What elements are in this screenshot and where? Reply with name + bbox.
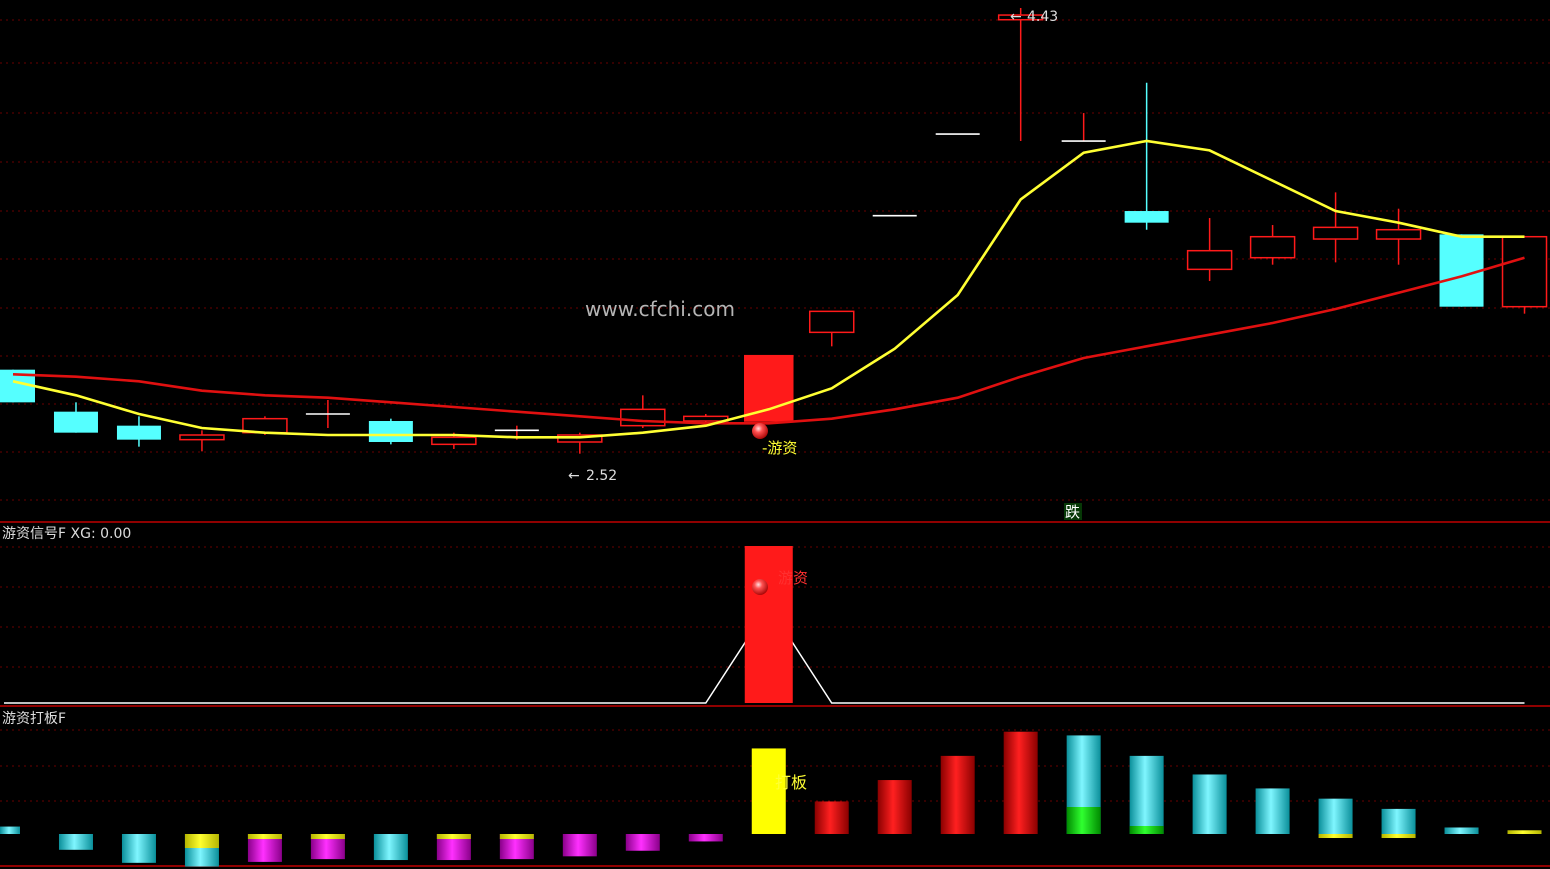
- board-bar-cap: [310, 834, 345, 839]
- board-bar-fill: [1255, 788, 1290, 834]
- board-bar: [1066, 735, 1101, 834]
- board-bar: [1381, 808, 1416, 838]
- board-bar-base: [1318, 834, 1353, 838]
- board-label: 打板: [775, 773, 807, 792]
- candle: [1186, 218, 1233, 282]
- board-bar: [1255, 788, 1290, 834]
- board-bar: [1318, 798, 1353, 838]
- board-bar: [1444, 827, 1479, 834]
- board-bar: [121, 834, 156, 863]
- board-bar-cap: [184, 834, 219, 848]
- board-bar-fill: [940, 755, 975, 834]
- board-bar: [688, 834, 723, 842]
- signal-ball-icon: [752, 423, 768, 439]
- high-price-label: 4.43: [1027, 9, 1058, 25]
- candle-body: [683, 415, 729, 422]
- board-bar-fill: [1507, 830, 1542, 834]
- board-bar: [247, 834, 282, 862]
- svg-text:←: ←: [568, 468, 580, 484]
- watermark: www.cfchi.com: [585, 297, 735, 321]
- board-bar: [1003, 731, 1038, 834]
- candle: [744, 354, 794, 422]
- low-price-label: 2.52: [586, 468, 617, 484]
- board-bar: [625, 834, 660, 851]
- price-grid: [0, 19, 1550, 501]
- board-bar: [310, 834, 345, 860]
- board-bar: [562, 834, 597, 857]
- board-bar-fill: [1381, 808, 1416, 834]
- board-bar: [373, 834, 408, 861]
- candle: [116, 416, 161, 447]
- board-bar: [877, 780, 912, 834]
- candle-body: [1501, 235, 1548, 308]
- candle-body: [1375, 228, 1422, 240]
- stock-chart: www.cfchi.com ← 2.52 ← 4.43 -游资 跌 游资信号F …: [0, 8, 1550, 867]
- candle-body: [1124, 211, 1169, 223]
- board-bar: [814, 801, 849, 834]
- board-bar: [1507, 830, 1542, 834]
- board-bar-fill: [121, 834, 156, 863]
- board-bar-cap: [436, 834, 471, 839]
- board-bar: [499, 834, 534, 860]
- board-bar: [940, 755, 975, 834]
- candle-body: [744, 354, 794, 422]
- board-bar-series: [0, 731, 1542, 867]
- signal-label: -游资: [762, 439, 797, 457]
- high-marker: ← 4.43: [1010, 9, 1058, 25]
- signal-panel-ball-icon: [752, 579, 768, 595]
- board-panel-title: 游资打板F: [2, 710, 66, 727]
- candle-body: [368, 421, 413, 442]
- signal-panel-label: 游资: [778, 569, 808, 587]
- board-bar-fill: [373, 834, 408, 861]
- candle: [808, 310, 855, 347]
- board-bar: [1192, 774, 1227, 834]
- candlestick-series: [0, 8, 1548, 454]
- board-bar-cap: [499, 834, 534, 839]
- board-bar: [0, 826, 20, 834]
- svg-text:←: ←: [1010, 9, 1022, 25]
- board-bar-fill: [0, 826, 20, 834]
- fall-badge: 跌: [1065, 503, 1080, 521]
- candle: [53, 402, 98, 433]
- candle: [179, 430, 225, 452]
- candle-body: [620, 408, 666, 427]
- board-bar: [436, 834, 471, 861]
- board-bar-fill: [877, 780, 912, 834]
- board-bar: [184, 834, 219, 867]
- board-bar-fill: [1192, 774, 1227, 834]
- board-bar-fill: [688, 834, 723, 842]
- board-bar-base: [1066, 807, 1101, 834]
- candle-body: [1312, 226, 1359, 240]
- board-bar-fill: [1129, 755, 1164, 834]
- candle: [1124, 82, 1169, 230]
- candle-body: [1186, 249, 1233, 271]
- candle: [1501, 235, 1548, 314]
- candle-body: [1249, 235, 1296, 259]
- board-bar: [58, 834, 93, 850]
- board-bar-cap: [247, 834, 282, 839]
- board-bar-fill: [1003, 731, 1038, 834]
- candle: [620, 395, 666, 429]
- low-marker: ← 2.52: [568, 468, 617, 484]
- candle-body: [808, 310, 855, 334]
- candle: [1061, 113, 1106, 142]
- board-bar-fill: [562, 834, 597, 857]
- signal-panel-title: 游资信号F XG: 0.00: [2, 526, 131, 542]
- candle-body: [431, 436, 477, 446]
- candle-body: [179, 434, 225, 441]
- board-bar-fill: [814, 801, 849, 834]
- candle: [1375, 208, 1422, 265]
- candle-body: [116, 425, 161, 440]
- candle: [997, 8, 1044, 142]
- candle: [1249, 225, 1296, 265]
- board-bar-fill: [1318, 798, 1353, 834]
- board-bar: [1129, 755, 1164, 834]
- candle-body: [53, 411, 98, 433]
- candle: [368, 418, 413, 445]
- board-bar-fill: [625, 834, 660, 851]
- board-bar-base: [1129, 826, 1164, 834]
- board-bar-fill: [58, 834, 93, 850]
- board-bar-fill: [1444, 827, 1479, 834]
- board-bar-base: [1381, 834, 1416, 838]
